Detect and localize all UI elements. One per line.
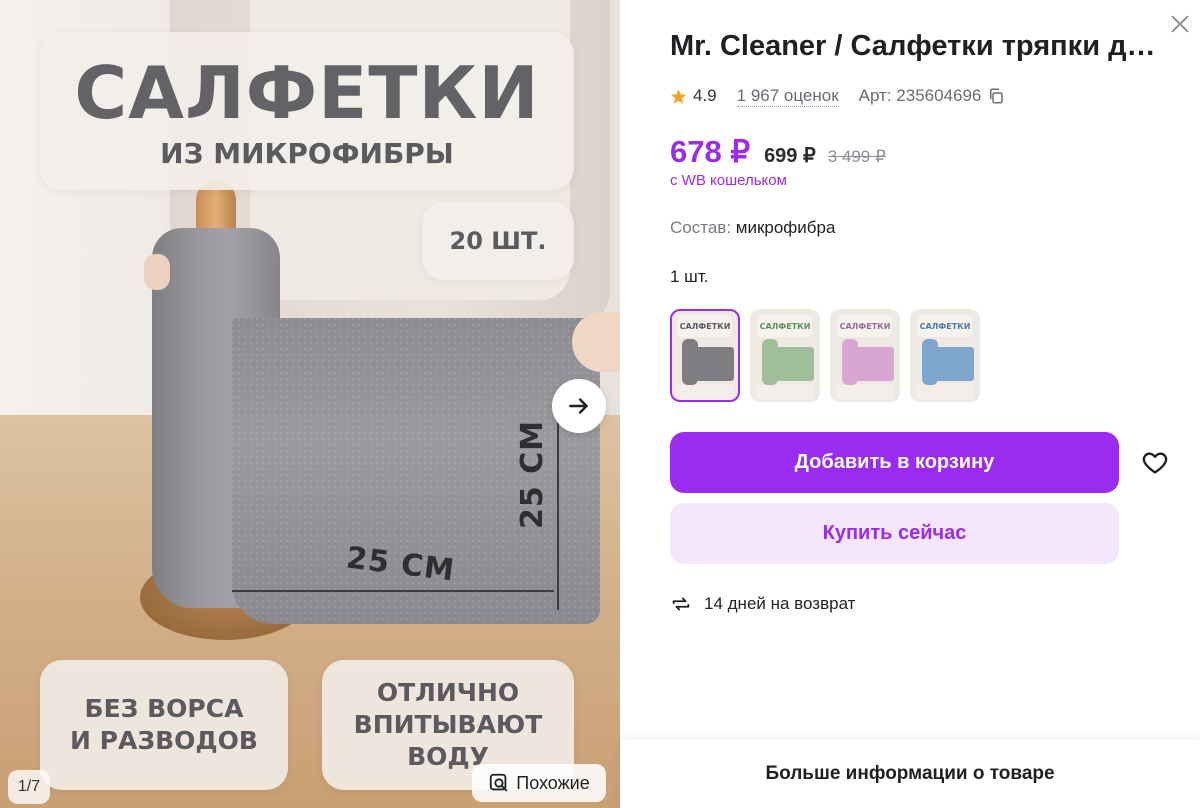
similar-products-button[interactable]: Похожие	[472, 764, 606, 802]
variant-label: САЛФЕТКИ	[758, 315, 812, 337]
product-meta-row: 4.9 1 967 оценок Арт: 235604696	[670, 84, 1005, 108]
photo-feature-lint-card: БЕЗ ВОРСА И РАЗВОДОВ	[40, 660, 288, 790]
composition-label: Состав:	[670, 218, 732, 237]
variant-label: САЛФЕТКИ	[918, 315, 972, 337]
copy-icon	[990, 88, 1004, 104]
variant-cloth	[936, 347, 974, 381]
variant-footer	[676, 385, 734, 399]
variant-green[interactable]: САЛФЕТКИ	[750, 309, 820, 402]
dimension-line-horizontal	[232, 590, 554, 592]
feature-absorb-line1: ОТЛИЧНО	[376, 678, 520, 707]
variant-pink[interactable]: САЛФЕТКИ	[830, 309, 900, 402]
product-gallery: 25 СМ 25 СМ САЛФЕТКИ ИЗ МИКРОФИБРЫ 20 ШТ…	[0, 0, 620, 808]
price-row: 678 ₽ 699 ₽ 3 499 ₽	[670, 134, 886, 170]
product-quantity: 1 шт.	[670, 267, 709, 286]
returns-info: 14 дней на возврат	[670, 593, 855, 615]
photo-count-card: 20 ШТ.	[422, 202, 574, 280]
close-icon	[1171, 15, 1189, 33]
copy-article-button[interactable]	[987, 87, 1005, 105]
feature-absorb-line2: ВПИТЫВАЮТ	[353, 710, 543, 739]
product-reviews-link[interactable]: 1 967 оценок	[736, 86, 839, 107]
variant-blue[interactable]: САЛФЕТКИ	[910, 309, 980, 402]
returns-label: 14 дней на возврат	[704, 594, 856, 613]
variant-gray[interactable]: САЛФЕТКИ	[670, 309, 740, 402]
close-button[interactable]	[1166, 10, 1194, 38]
return-arrows-icon	[672, 597, 690, 611]
arrow-right-icon	[569, 398, 588, 414]
variant-label: САЛФЕТКИ	[678, 315, 732, 337]
similar-products-label: Похожие	[516, 772, 590, 793]
photo-title: САЛФЕТКИ	[74, 50, 540, 135]
composition-value: микрофибра	[735, 218, 836, 237]
image-search-icon	[490, 773, 508, 792]
variant-cloth	[776, 347, 814, 381]
price-regular: 699 ₽	[764, 145, 816, 167]
product-article: Арт: 235604696	[858, 86, 982, 105]
dimension-label-vertical: 25 СМ	[515, 419, 551, 530]
variant-footer	[756, 385, 814, 399]
variant-cloth	[696, 347, 734, 381]
buy-now-button[interactable]: Купить сейчас	[670, 503, 1119, 564]
variant-footer	[836, 385, 894, 399]
photo-hand-left	[144, 254, 170, 290]
more-info-button[interactable]: Больше информации о товаре	[620, 740, 1200, 808]
feature-lint-line1: БЕЗ ВОРСА	[84, 694, 244, 723]
variant-label: САЛФЕТКИ	[838, 315, 892, 337]
photo-title-card: САЛФЕТКИ ИЗ МИКРОФИБРЫ	[40, 32, 574, 190]
price-old: 3 499 ₽	[827, 147, 886, 166]
variant-footer	[916, 385, 974, 399]
feature-lint-line2: И РАЗВОДОВ	[70, 726, 258, 755]
photo-subtitle: ИЗ МИКРОФИБРЫ	[160, 136, 454, 170]
product-composition: Состав: микрофибра	[670, 218, 835, 238]
star-icon	[671, 88, 686, 104]
dimension-line-vertical	[557, 420, 559, 610]
color-variants: САЛФЕТКИ САЛФЕТКИ САЛФЕТКИ САЛФЕТКИ	[670, 309, 980, 402]
heart-icon	[1142, 452, 1168, 474]
gallery-position-counter: 1/7	[8, 770, 50, 804]
gallery-next-button[interactable]	[552, 379, 606, 433]
wallet-note: с WB кошельком	[670, 172, 787, 189]
product-title: Mr. Cleaner / Салфетки тряпки для уборки…	[670, 30, 1160, 62]
variant-cloth	[856, 347, 894, 381]
product-rating: 4.9	[693, 86, 717, 105]
price-wallet: 678 ₽	[670, 134, 751, 169]
favorite-button[interactable]	[1136, 444, 1174, 482]
add-to-cart-button[interactable]: Добавить в корзину	[670, 432, 1119, 493]
photo-count-label: 20 ШТ.	[449, 227, 547, 255]
